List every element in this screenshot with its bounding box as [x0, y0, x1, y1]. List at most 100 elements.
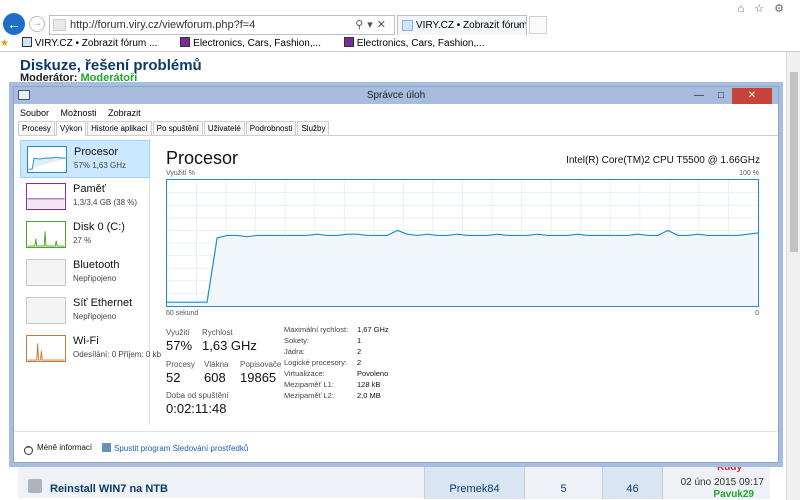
- browser-toolbar: ← → http://forum.viry.cz/viewforum.php?f…: [0, 0, 800, 52]
- detail-key: Sokety:: [284, 336, 310, 345]
- resource-monitor-link[interactable]: Spustit program Sledování prostředků: [102, 443, 248, 453]
- stat-label-processes: Procesy: [166, 360, 195, 369]
- tab-uzivatele[interactable]: Uživatelé: [203, 121, 245, 135]
- menu-bar: Soubor Možnosti Zobrazit: [14, 106, 778, 120]
- stat-label-threads: Vlákna: [204, 360, 229, 369]
- performance-panel: Procesor Intel(R) Core(TM)2 CPU T5500 @ …: [164, 138, 776, 425]
- browser-tab[interactable]: VIRY.CZ • Zobrazit fórum - ... ×: [397, 15, 527, 35]
- author-cell: Premek84: [424, 465, 524, 499]
- stat-value-processes: 52: [166, 370, 181, 385]
- topic-link[interactable]: Reinstall WIN7 na NTB: [50, 483, 168, 495]
- address-bar[interactable]: http://forum.viry.cz/viewforum.php?f=4 ⚲…: [49, 15, 395, 35]
- memory-mini-graph-icon: [26, 183, 66, 210]
- url-text: http://forum.viry.cz/viewforum.php?f=4: [70, 19, 256, 31]
- sidebar-label: Bluetooth: [73, 259, 120, 271]
- tab-historie[interactable]: Historie aplikací: [87, 121, 152, 135]
- favorites-bar: ★ VIRY.CZ • Zobrazit fórum ... Electroni…: [0, 36, 800, 52]
- stat-label-uptime: Doba od spuštění: [166, 391, 229, 400]
- prev-user-link[interactable]: Rudy: [663, 462, 770, 473]
- sidebar-item-wifi[interactable]: Wi-Fi Odesílání: 0 Příjem: 0 kb: [20, 330, 161, 368]
- sidebar-item-memory[interactable]: Paměť 1,3/3,4 GB (38 %): [20, 178, 150, 216]
- back-button[interactable]: ←: [3, 13, 25, 35]
- sidebar-sublabel: 27 %: [73, 236, 92, 245]
- stat-value-uptime: 0:02:11:48: [166, 401, 227, 416]
- moderator-link[interactable]: Moderátoři: [81, 72, 138, 84]
- last-post-cell: Rudy 02 úno 2015 09:17 Pavuk29: [662, 462, 770, 500]
- sidebar-label: Disk 0 (C:): [73, 221, 125, 233]
- tab-po-spusteni[interactable]: Po spuštění: [152, 121, 203, 135]
- detail-key: Virtualizace:: [284, 369, 325, 378]
- fewer-details-button[interactable]: ⌃ Méně informací: [24, 443, 92, 455]
- page-scrollbar[interactable]: [786, 52, 800, 500]
- stat-label-speed: Rychlost: [202, 328, 233, 337]
- author-link[interactable]: Premek84: [425, 483, 524, 495]
- window-controls: — □ ✕: [688, 87, 772, 104]
- new-tab-button[interactable]: [529, 16, 547, 34]
- menu-zobrazit[interactable]: Zobrazit: [108, 108, 141, 118]
- favorite-link-2[interactable]: Electronics, Cars, Fashion,...: [180, 36, 331, 52]
- stat-value-handles: 19865: [240, 370, 277, 385]
- sidebar-sublabel: Nepřipojeno: [73, 312, 117, 321]
- minimize-icon[interactable]: —: [688, 88, 710, 104]
- favorites-star-icon[interactable]: ★: [0, 36, 9, 52]
- detail-key: Jádra:: [284, 347, 305, 356]
- window-footer: ⌃ Méně informací Spustit program Sledován…: [14, 431, 778, 463]
- stat-value-speed: 1,63 GHz: [202, 338, 257, 353]
- cpu-usage-area: [167, 230, 758, 306]
- sidebar-label: Wi-Fi: [73, 335, 99, 347]
- sidebar-label: Procesor: [74, 146, 119, 158]
- detail-key: Maximální rychlost:: [284, 325, 349, 334]
- ethernet-mini-graph-icon: [26, 297, 66, 324]
- close-icon[interactable]: ✕: [732, 88, 772, 104]
- menu-soubor[interactable]: Soubor: [20, 108, 49, 118]
- cpu-mini-graph-icon: [27, 146, 67, 173]
- sidebar-item-cpu[interactable]: Procesor 57% 1,63 GHz: [20, 140, 150, 178]
- last-user-link[interactable]: Pavuk29: [663, 489, 770, 500]
- sidebar-item-disk[interactable]: Disk 0 (C:) 27 %: [20, 216, 150, 254]
- sidebar-label: Síť Ethernet: [73, 297, 133, 309]
- address-tools-icon[interactable]: ⚲▾✕: [355, 16, 390, 34]
- fav-icon: [180, 37, 191, 47]
- tab-sluzby[interactable]: Služby: [297, 121, 330, 135]
- close-tab-icon[interactable]: ×: [516, 16, 522, 35]
- topic-lock-icon: [28, 479, 42, 493]
- tab-procesy[interactable]: Procesy: [18, 121, 55, 135]
- detail-value: Povoleno: [357, 369, 389, 378]
- sidebar-label: Paměť: [73, 183, 106, 195]
- axis-label-utilization: Využití %: [166, 170, 195, 177]
- maximize-icon[interactable]: □: [710, 88, 732, 104]
- detail-value: 2: [357, 347, 362, 356]
- chevron-up-icon: ⌃: [24, 446, 33, 455]
- stat-value-threads: 608: [204, 370, 226, 385]
- window-title: Správce úloh: [366, 90, 426, 101]
- fav-icon: [343, 37, 354, 47]
- sidebar-sublabel: Nepřipojeno: [73, 274, 117, 283]
- last-post-date: 02 úno 2015 09:17: [680, 477, 764, 488]
- tab-podrobnosti[interactable]: Podrobnosti: [245, 121, 297, 135]
- scrollbar-thumb[interactable]: [790, 72, 798, 252]
- detail-value: 1,67 GHz: [357, 325, 389, 334]
- window-titlebar[interactable]: Správce úloh — □ ✕: [14, 87, 778, 104]
- tab-vykon[interactable]: Výkon: [55, 121, 87, 136]
- resource-monitor-icon: [102, 443, 111, 452]
- performance-sidebar: Procesor 57% 1,63 GHz Paměť 1,3/3,4 GB (…: [18, 138, 161, 425]
- browser-icons[interactable]: ⌂☆⚙: [738, 2, 794, 15]
- sidebar-item-bluetooth[interactable]: Bluetooth Nepřipojeno: [20, 254, 150, 292]
- detail-value: 2,0 MB: [357, 391, 381, 400]
- sidebar-sublabel: 1,3/3,4 GB (38 %): [73, 198, 138, 207]
- axis-label-zero: 0: [755, 310, 759, 317]
- task-manager-window: Správce úloh — □ ✕ Soubor Možnosti Zobrazi…: [13, 86, 779, 463]
- favorite-link-3[interactable]: Electronics, Cars, Fashion,...: [343, 36, 495, 52]
- site-favicon-icon: [53, 19, 66, 31]
- menu-moznosti[interactable]: Možnosti: [61, 108, 97, 118]
- axis-label-max: 100 %: [739, 170, 759, 177]
- sidebar-item-ethernet[interactable]: Síť Ethernet Nepřipojeno: [20, 292, 150, 330]
- favorite-link-1[interactable]: VIRY.CZ • Zobrazit fórum ...: [21, 36, 168, 52]
- bluetooth-mini-graph-icon: [26, 259, 66, 286]
- detail-key: Logické procesory:: [284, 358, 347, 367]
- sidebar-sublabel: Odesílání: 0 Příjem: 0 kb: [73, 350, 162, 359]
- tab-title: VIRY.CZ • Zobrazit fórum - ...: [416, 20, 527, 31]
- forward-button[interactable]: →: [29, 16, 45, 32]
- views-cell: 46: [602, 465, 662, 499]
- axis-label-duration: 60 sekund: [166, 310, 199, 317]
